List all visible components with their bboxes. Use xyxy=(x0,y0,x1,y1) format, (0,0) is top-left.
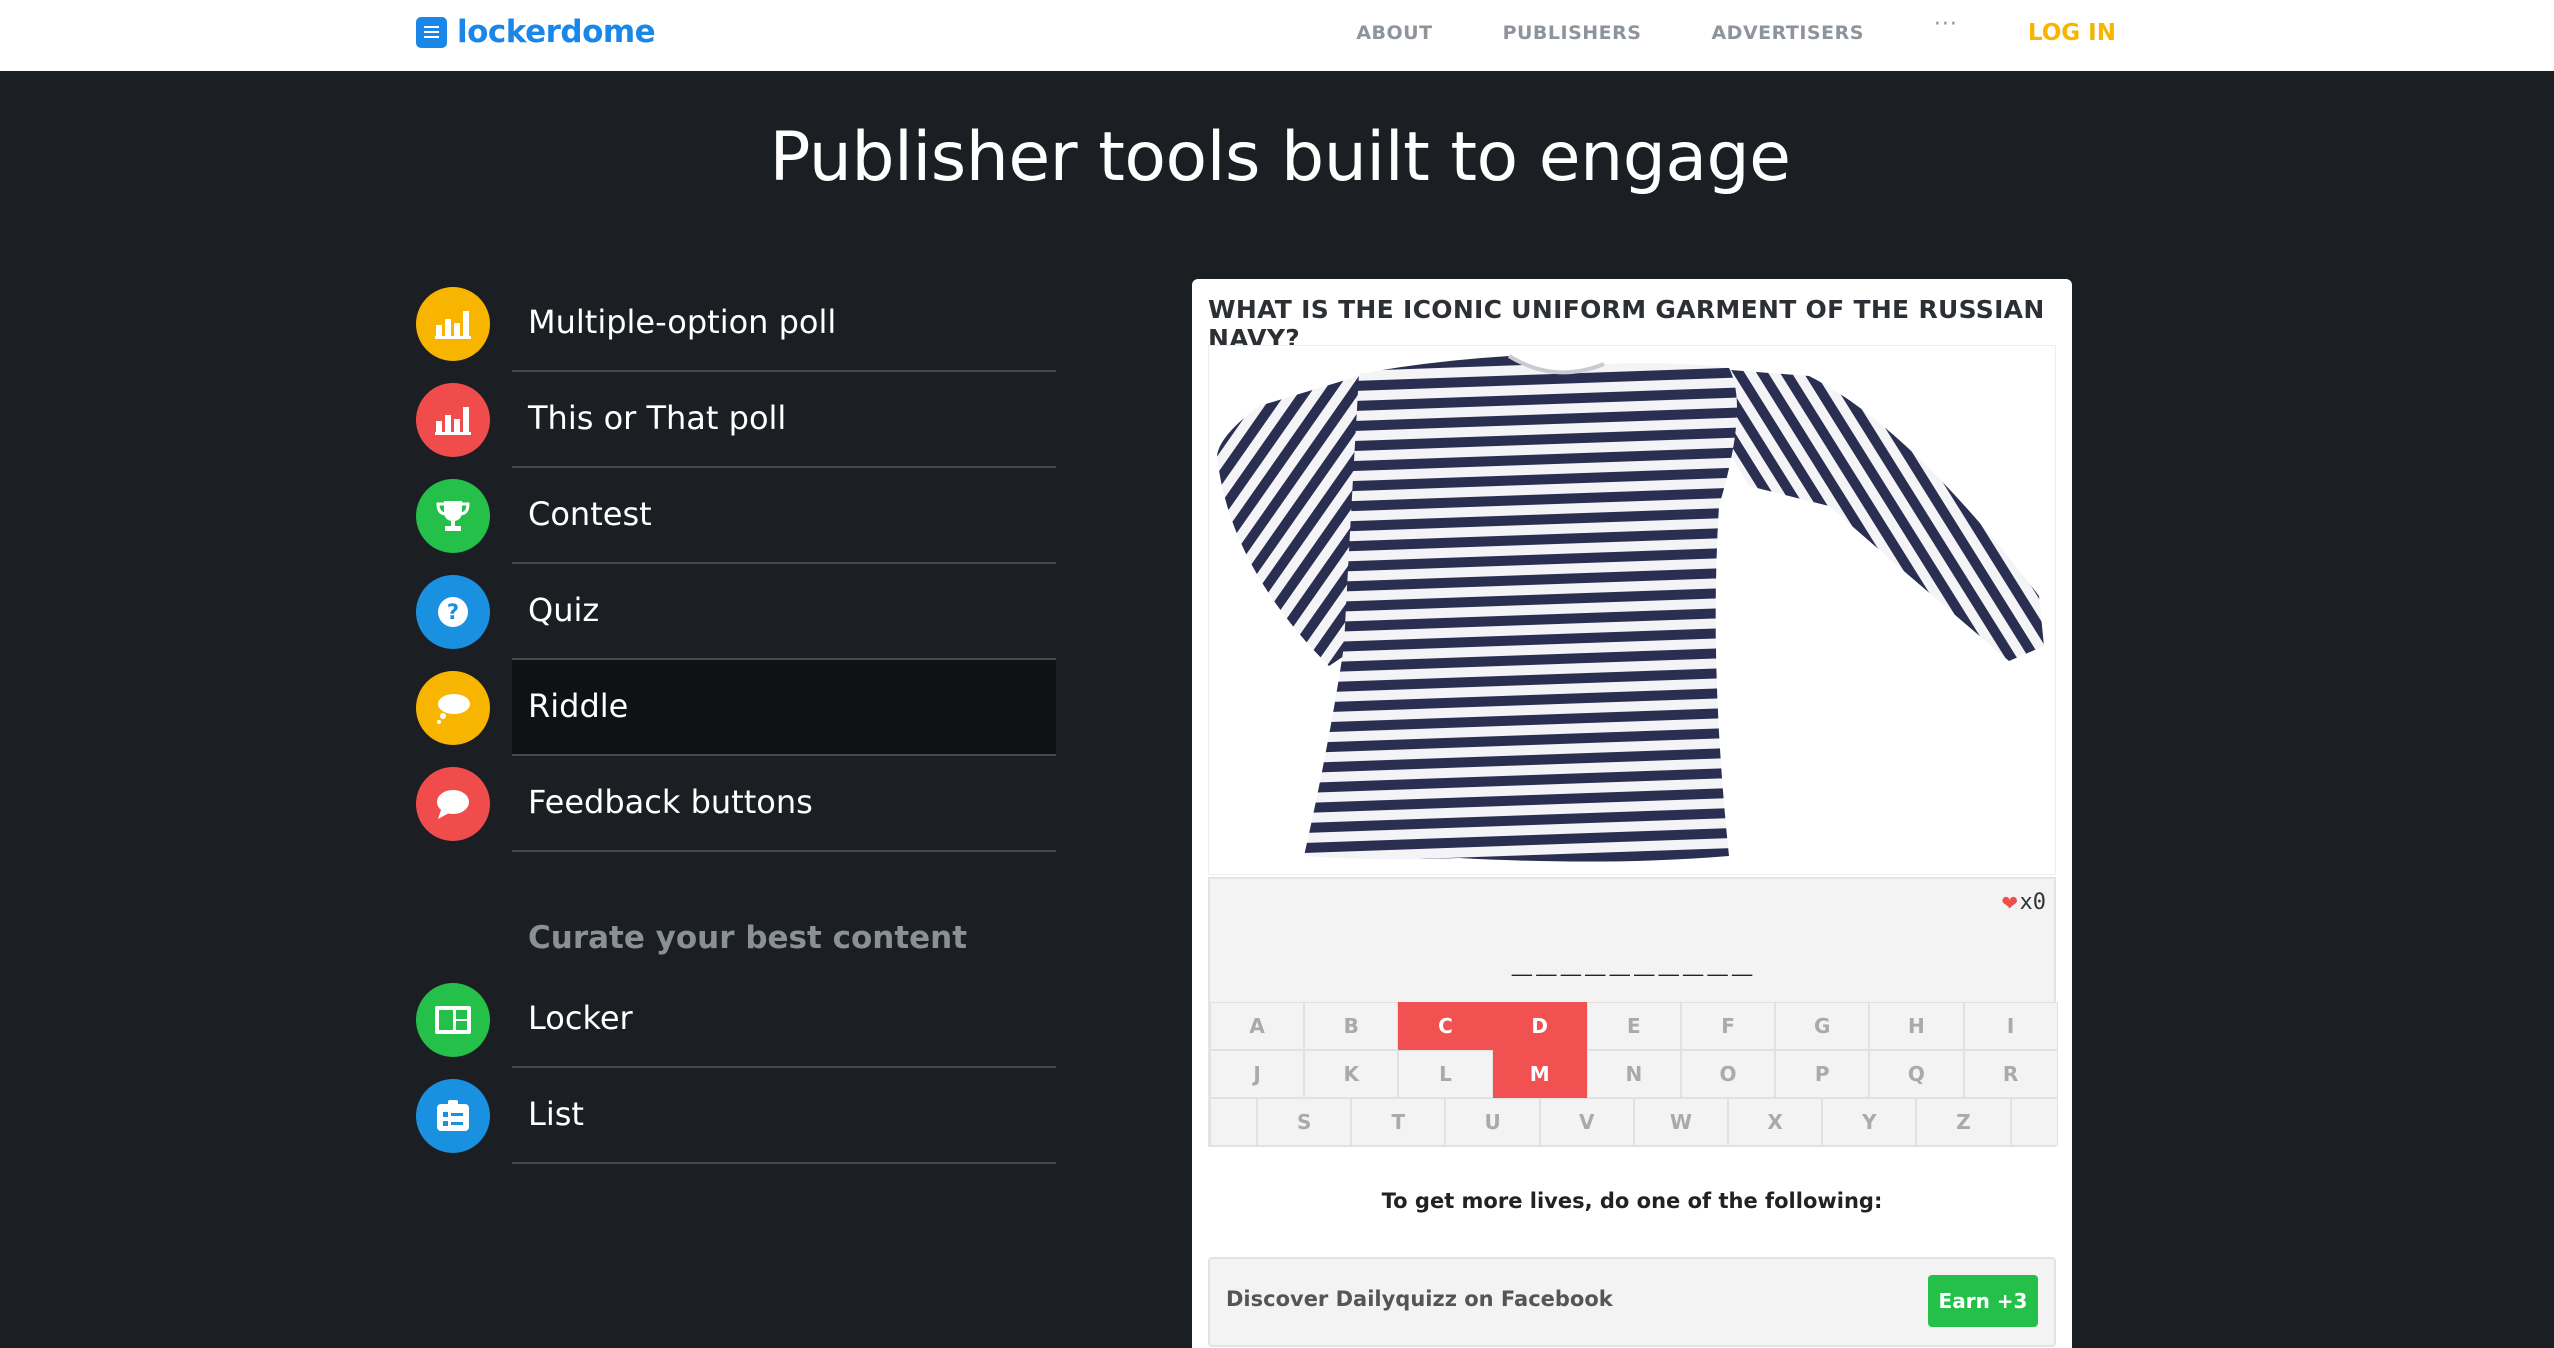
letter-key-i[interactable]: I xyxy=(1963,1002,2058,1050)
bar-chart-icon xyxy=(416,383,490,457)
letter-key-k[interactable]: K xyxy=(1304,1050,1399,1098)
keyboard-spacer xyxy=(1210,1098,1258,1146)
letter-key-h[interactable]: H xyxy=(1869,1002,1964,1050)
menu-item-label: Quiz xyxy=(528,591,600,629)
curate-section-title: Curate your best content xyxy=(528,920,968,956)
letter-key-q[interactable]: Q xyxy=(1869,1050,1964,1098)
letter-key-y[interactable]: Y xyxy=(1822,1098,1917,1146)
letter-key-c[interactable]: C xyxy=(1398,1002,1493,1050)
top-nav: lockerdome ABOUT PUBLISHERS ADVERTISERS … xyxy=(0,0,2554,71)
letter-key-t[interactable]: T xyxy=(1351,1098,1446,1146)
more-menu-icon[interactable]: ··· xyxy=(1934,14,1958,36)
chat-bubble-icon xyxy=(416,767,490,841)
letter-key-p[interactable]: P xyxy=(1775,1050,1870,1098)
logo[interactable]: lockerdome xyxy=(416,14,656,50)
nav-about-link[interactable]: ABOUT xyxy=(1356,22,1432,44)
letter-key-n[interactable]: N xyxy=(1586,1050,1681,1098)
facebook-offer: Discover Dailyquizz on Facebook Earn +3 xyxy=(1208,1257,2056,1347)
letter-key-a[interactable]: A xyxy=(1210,1002,1305,1050)
more-lives-prompt: To get more lives, do one of the followi… xyxy=(1381,1189,1883,1213)
menu-item-contest[interactable]: Contest xyxy=(416,468,1056,564)
menu-item-riddle[interactable]: Riddle xyxy=(416,660,1056,756)
letter-key-g[interactable]: G xyxy=(1775,1002,1870,1050)
letter-key-v[interactable]: V xyxy=(1539,1098,1634,1146)
letter-keyboard: ABCDEFGHIJKLMNOPQRSTUVWXYZ xyxy=(1210,1002,2058,1146)
letter-key-d[interactable]: D xyxy=(1492,1002,1587,1050)
menu-item-label: Locker xyxy=(528,999,633,1037)
page-headline: Publisher tools built to engage xyxy=(769,118,1791,197)
keyboard-row: STUVWXYZ xyxy=(1210,1098,2058,1146)
menu-item-label: This or That poll xyxy=(528,399,787,437)
letter-key-r[interactable]: R xyxy=(1963,1050,2058,1098)
menu-item-feedback-buttons[interactable]: Feedback buttons xyxy=(416,756,1056,852)
keyboard-row: JKLMNOPQR xyxy=(1210,1050,2058,1098)
menu-item-label: Multiple-option poll xyxy=(528,303,837,341)
offer-text: Discover Dailyquizz on Facebook xyxy=(1226,1287,1613,1311)
letter-key-j[interactable]: J xyxy=(1210,1050,1305,1098)
answer-blanks: __________ xyxy=(1511,937,1757,977)
riddle-image xyxy=(1208,345,2056,875)
speech-bubble-icon xyxy=(416,671,490,745)
keyboard-spacer xyxy=(2010,1098,2058,1146)
menu-item-label: Contest xyxy=(528,495,652,533)
list-icon xyxy=(416,1079,490,1153)
logo-text: lockerdome xyxy=(457,14,656,50)
trophy-icon xyxy=(416,479,490,553)
letter-key-u[interactable]: U xyxy=(1445,1098,1540,1146)
locker-icon xyxy=(416,983,490,1057)
question-icon: ? xyxy=(416,575,490,649)
bar-chart-icon xyxy=(416,287,490,361)
heart-icon: ❤ xyxy=(2001,887,2018,917)
letter-key-b[interactable]: B xyxy=(1304,1002,1399,1050)
letter-key-s[interactable]: S xyxy=(1257,1098,1352,1146)
menu-item-label: Feedback buttons xyxy=(528,783,813,821)
menu-item-quiz[interactable]: ? Quiz xyxy=(416,564,1056,660)
riddle-game-area: ❤ x0 __________ ABCDEFGHIJKLMNOPQRSTUVWX… xyxy=(1208,877,2058,1147)
lives-count: x0 xyxy=(2019,889,2047,915)
keyboard-row: ABCDEFGHI xyxy=(1210,1002,2058,1050)
striped-shirt-image xyxy=(1217,354,2044,862)
letter-key-z[interactable]: Z xyxy=(1916,1098,2011,1146)
nav-links: ABOUT PUBLISHERS ADVERTISERS ··· LOG IN xyxy=(1286,14,2116,47)
menu-item-this-or-that-poll[interactable]: This or That poll xyxy=(416,372,1056,468)
nav-publishers-link[interactable]: PUBLISHERS xyxy=(1503,22,1642,44)
letter-key-e[interactable]: E xyxy=(1586,1002,1681,1050)
letter-key-f[interactable]: F xyxy=(1680,1002,1776,1050)
letter-key-o[interactable]: O xyxy=(1680,1050,1776,1098)
lives-counter: ❤ x0 xyxy=(2002,887,2046,917)
menu-item-multiple-option-poll[interactable]: Multiple-option poll xyxy=(416,276,1056,372)
earn-button[interactable]: Earn +3 xyxy=(1928,1275,2038,1327)
letter-key-l[interactable]: L xyxy=(1398,1050,1493,1098)
menu-item-locker[interactable]: Locker xyxy=(416,972,1056,1068)
menu-item-label: List xyxy=(528,1095,584,1133)
letter-key-w[interactable]: W xyxy=(1633,1098,1729,1146)
menu-item-label: Riddle xyxy=(528,687,629,725)
riddle-card: WHAT IS THE ICONIC UNIFORM GARMENT OF TH… xyxy=(1192,279,2072,1348)
letter-key-x[interactable]: X xyxy=(1728,1098,1823,1146)
menu-item-list[interactable]: List xyxy=(416,1068,1056,1164)
letter-key-m[interactable]: M xyxy=(1492,1050,1587,1098)
logo-icon xyxy=(416,16,447,48)
svg-text:?: ? xyxy=(447,600,459,624)
nav-advertisers-link[interactable]: ADVERTISERS xyxy=(1711,22,1863,44)
login-link[interactable]: LOG IN xyxy=(2028,20,2116,46)
